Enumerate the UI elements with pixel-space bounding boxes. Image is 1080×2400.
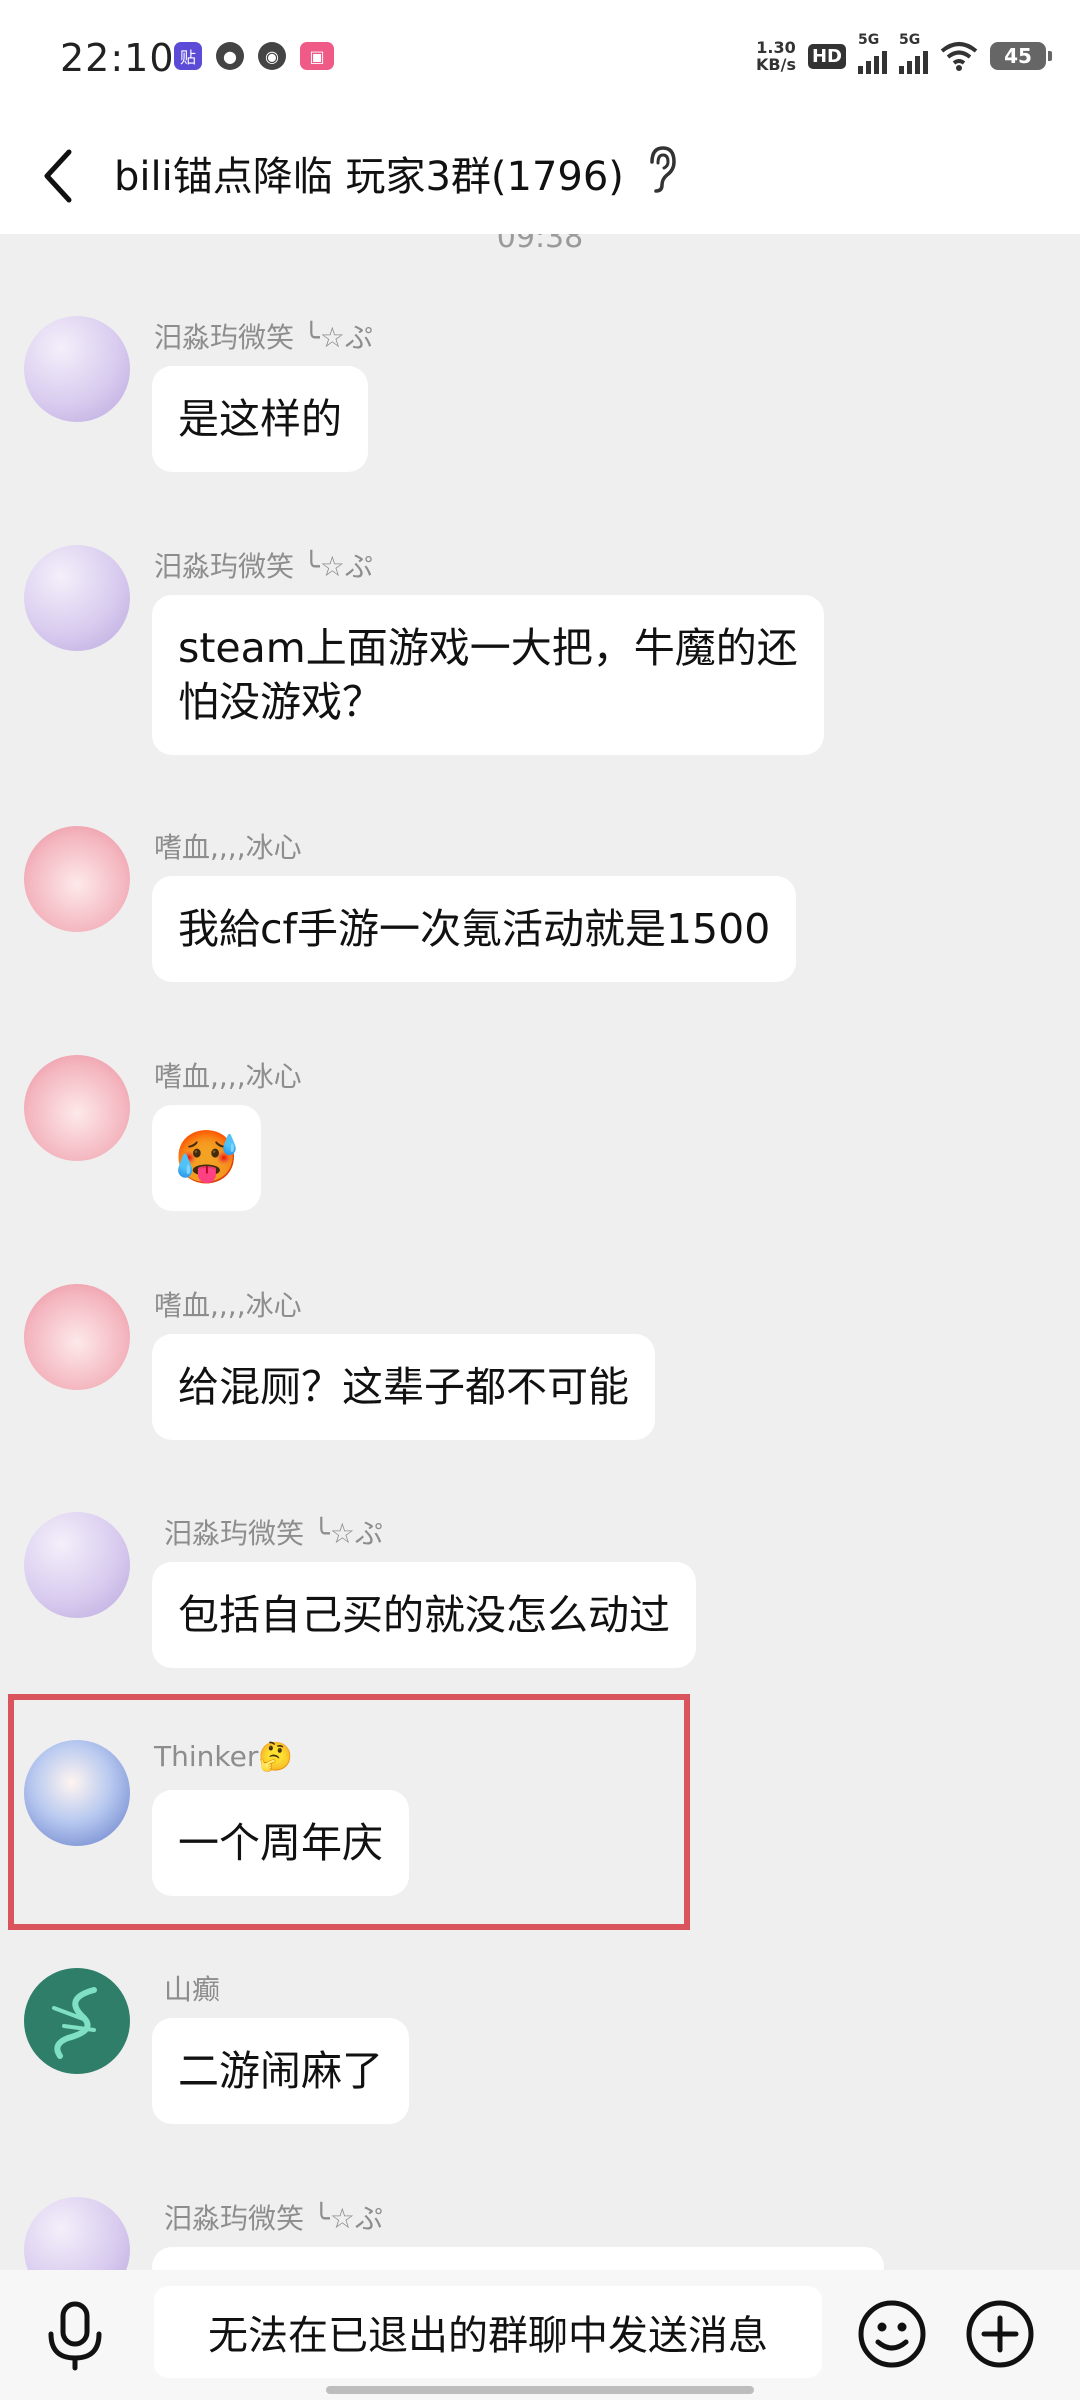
battery-icon: 45 xyxy=(990,42,1052,70)
avatar[interactable] xyxy=(24,316,130,422)
microphone-icon[interactable] xyxy=(42,2300,108,2372)
sender-name: 汨淼玙微笑 ╰☆ぷ xyxy=(164,1517,383,1550)
sender-name: 嗜血,,,,冰心 xyxy=(154,1060,302,1093)
sender-name: 汨淼玙微笑 ╰☆ぷ xyxy=(164,2202,383,2235)
avatar[interactable] xyxy=(24,1055,130,1161)
network-speed-unit: KB/s xyxy=(756,55,796,74)
avatar[interactable] xyxy=(24,826,130,932)
message-bubble[interactable]: 二游闹麻了 xyxy=(152,2018,409,2124)
message-list[interactable]: 09:38 汨淼玙微笑 ╰☆ぷ 是这样的 汨淼玙微笑 ╰☆ぷ steam上面游戏… xyxy=(0,234,1080,2270)
emoji-icon[interactable] xyxy=(856,2298,928,2370)
hd-voice-icon: HD xyxy=(807,43,846,69)
sender-name: 山癫 xyxy=(164,1973,221,2006)
avatar[interactable] xyxy=(24,1284,130,1390)
highlight-box xyxy=(8,1694,690,1930)
sender-name: 汨淼玙微笑 ╰☆ぷ xyxy=(154,321,373,354)
avatar[interactable] xyxy=(24,2197,130,2270)
network-speed-value: 1.30 xyxy=(756,38,796,57)
message-bubble[interactable]: 包括自己买的就没怎么动过 xyxy=(152,1562,696,1668)
chevron-left-icon xyxy=(44,149,72,203)
back-button[interactable] xyxy=(28,138,88,214)
message-bubble[interactable]: 我給cf手游一次氪活动就是1500 xyxy=(152,876,797,982)
home-indicator[interactable] xyxy=(326,2386,754,2394)
message-bubble[interactable]: 是这样的 xyxy=(152,366,368,472)
message-bubble[interactable]: steam上面游戏一大把，牛魔的还 怕没游戏？ xyxy=(152,595,824,755)
avatar[interactable] xyxy=(24,1512,130,1618)
ear-icon[interactable] xyxy=(644,144,678,194)
message-icon: ● xyxy=(216,42,244,70)
avatar[interactable] xyxy=(24,545,130,651)
message-input-disabled[interactable]: 无法在已退出的群聊中发送消息 xyxy=(154,2286,822,2378)
signal-icon: 5G xyxy=(899,32,928,74)
wechat-icon: ◉ xyxy=(258,42,286,70)
message-timestamp: 09:38 xyxy=(496,234,584,255)
sender-name: 汨淼玙微笑 ╰☆ぷ xyxy=(154,550,373,583)
input-bar: 无法在已退出的群聊中发送消息 xyxy=(0,2270,1080,2400)
signal-label: 5G xyxy=(899,32,921,48)
message-bubble[interactable]: 🥵 xyxy=(152,1105,261,1211)
avatar[interactable] xyxy=(24,1968,130,2074)
status-time: 22:10 xyxy=(60,36,175,80)
status-indicators: 1.30 KB/s HD 5G 5G 45 xyxy=(756,32,1052,74)
chat-header: bili锚点降临 玩家3群(1796) xyxy=(0,118,1080,234)
chat-title[interactable]: bili锚点降临 玩家3群(1796) xyxy=(114,144,624,202)
status-bar: 22:10 贴 ● ◉ ▣ 1.30 KB/s HD 5G 5G 45 xyxy=(0,0,1080,118)
wifi-icon xyxy=(940,42,978,71)
bilibili-icon: ▣ xyxy=(300,42,334,70)
status-app-icons: 贴 ● ◉ ▣ xyxy=(174,42,334,70)
sender-name: 嗜血,,,,冰心 xyxy=(154,1289,302,1322)
plus-icon[interactable] xyxy=(964,2298,1036,2370)
message-bubble[interactable]: 给混厕？这辈子都不可能 xyxy=(152,1334,655,1440)
signal-icon: 5G xyxy=(858,32,887,74)
message-bubble[interactable] xyxy=(152,2247,884,2270)
sender-name: 嗜血,,,,冰心 xyxy=(154,831,302,864)
signal-label: 5G xyxy=(858,32,880,48)
tieba-icon: 贴 xyxy=(174,42,202,70)
snake-icon xyxy=(52,1987,97,2059)
network-speed: 1.30 KB/s xyxy=(756,39,796,73)
